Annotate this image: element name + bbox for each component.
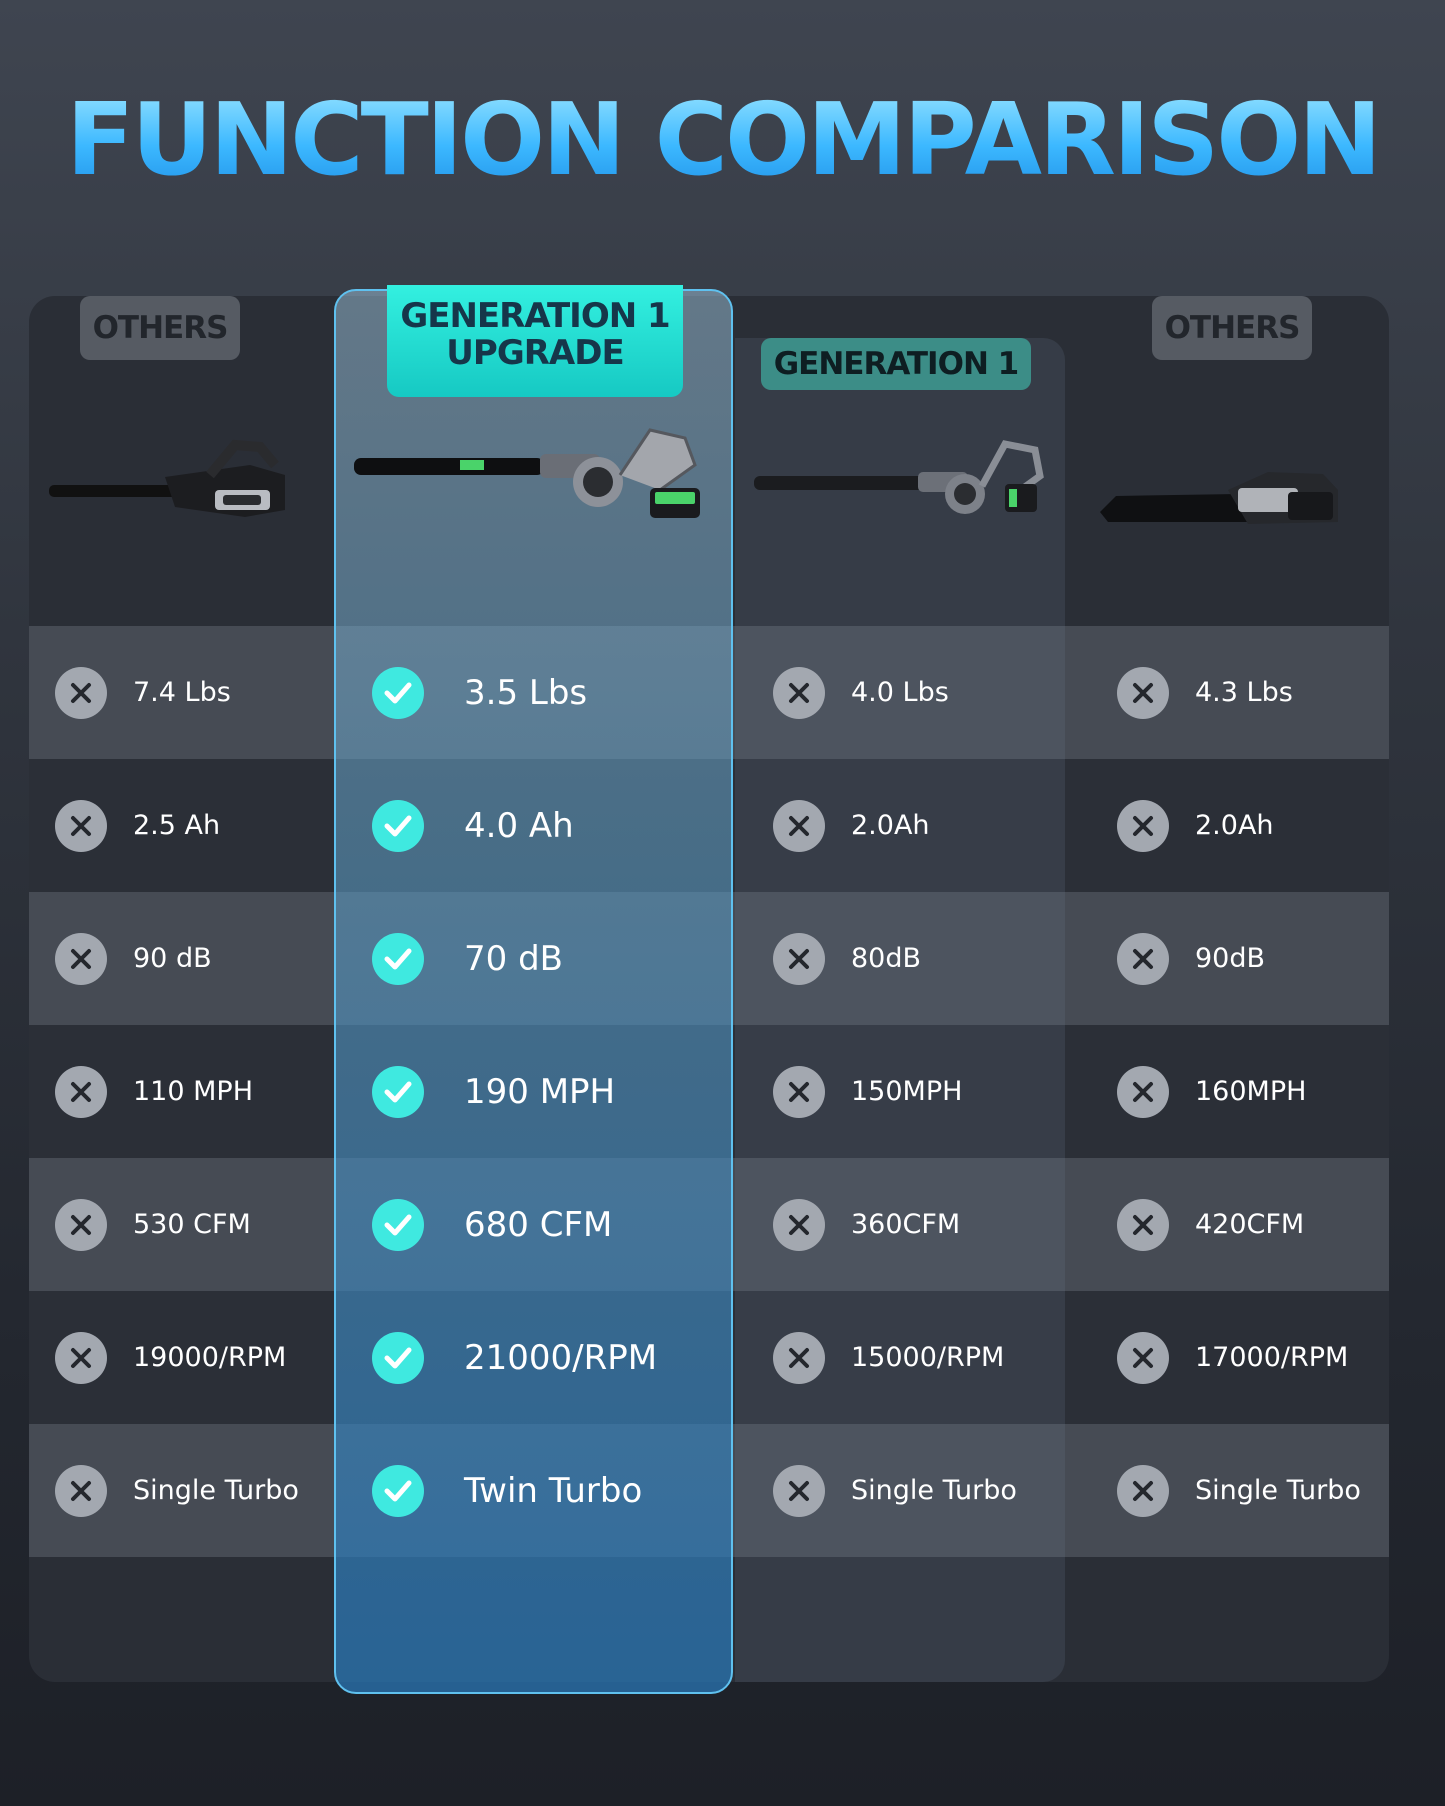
x-circle-icon — [55, 1198, 107, 1251]
x-circle-icon — [773, 1065, 825, 1118]
cell-value: 150MPH — [851, 1076, 963, 1107]
cell-value: 17000/RPM — [1195, 1342, 1349, 1373]
cell-value: 2.0Ah — [851, 810, 930, 841]
cell-value: 19000/RPM — [133, 1342, 287, 1373]
cell-value: Single Turbo — [1195, 1475, 1361, 1506]
comparison-cell-upgrade: 70 dB — [372, 892, 563, 1025]
check-circle-icon — [372, 1065, 424, 1118]
x-circle-icon — [55, 932, 107, 985]
cell-value: 360CFM — [851, 1209, 961, 1240]
x-circle-icon — [1117, 1065, 1169, 1118]
cell-value: 680 CFM — [464, 1204, 613, 1245]
x-circle-icon — [55, 1464, 107, 1517]
x-circle-icon — [1117, 666, 1169, 719]
comparison-cell-gen1: Single Turbo — [773, 1424, 1017, 1557]
comparison-cell-gen1: 4.0 Lbs — [773, 626, 949, 759]
x-circle-icon — [55, 666, 107, 719]
cell-value: 2.5 Ah — [133, 810, 221, 841]
cell-value: 7.4 Lbs — [133, 677, 231, 708]
check-circle-icon — [372, 1331, 424, 1384]
x-circle-icon — [1117, 1331, 1169, 1384]
comparison-cell-upgrade: 190 MPH — [372, 1025, 615, 1158]
leaf-blower-image — [49, 439, 285, 517]
leaf-blower-image — [754, 440, 1044, 514]
comparison-cell-others-right: 17000/RPM — [1117, 1291, 1348, 1424]
x-circle-icon — [55, 799, 107, 852]
comparison-cell-others-left: 7.4 Lbs — [55, 626, 231, 759]
x-circle-icon — [1117, 1198, 1169, 1251]
check-circle-icon — [372, 1464, 424, 1517]
x-circle-icon — [773, 1464, 825, 1517]
cell-value: 4.0 Lbs — [851, 677, 949, 708]
comparison-cell-gen1: 15000/RPM — [773, 1291, 1004, 1424]
comparison-cell-others-right: 160MPH — [1117, 1025, 1306, 1158]
check-circle-icon — [372, 932, 424, 985]
cell-value: 530 CFM — [133, 1209, 251, 1240]
comparison-cell-others-right: 2.0Ah — [1117, 759, 1274, 892]
x-circle-icon — [1117, 799, 1169, 852]
badge-label: GENERATION 1 — [773, 346, 1020, 382]
cell-value: 2.0Ah — [1195, 810, 1274, 841]
x-circle-icon — [773, 1198, 825, 1251]
comparison-cell-others-right: Single Turbo — [1117, 1424, 1361, 1557]
cell-value: 4.0 Ah — [464, 805, 574, 846]
comparison-cell-others-left: Single Turbo — [55, 1424, 299, 1557]
x-circle-icon — [773, 666, 825, 719]
cell-value: 190 MPH — [464, 1071, 616, 1112]
cell-value: 21000/RPM — [464, 1337, 658, 1378]
cell-value: 160MPH — [1195, 1076, 1307, 1107]
x-circle-icon — [55, 1331, 107, 1384]
comparison-cell-others-right: 420CFM — [1117, 1158, 1304, 1291]
comparison-cell-upgrade: 21000/RPM — [372, 1291, 657, 1424]
comparison-cell-others-left: 19000/RPM — [55, 1291, 286, 1424]
x-circle-icon — [1117, 932, 1169, 985]
x-circle-icon — [773, 1331, 825, 1384]
cell-value: 110 MPH — [133, 1076, 253, 1107]
x-circle-icon — [1117, 1464, 1169, 1517]
comparison-cell-others-left: 90 dB — [55, 892, 212, 1025]
comparison-cell-gen1: 360CFM — [773, 1158, 960, 1291]
leaf-blower-image — [354, 428, 700, 518]
cell-value: 70 dB — [464, 938, 563, 979]
comparison-cell-gen1: 150MPH — [773, 1025, 962, 1158]
comparison-cell-upgrade: 4.0 Ah — [372, 759, 574, 892]
comparison-cell-others-right: 90dB — [1117, 892, 1265, 1025]
comparison-cell-gen1: 2.0Ah — [773, 759, 930, 892]
cell-value: Single Turbo — [851, 1475, 1017, 1506]
comparison-cell-others-right: 4.3 Lbs — [1117, 626, 1293, 759]
upgrade-badge: GENERATION 1 UPGRADE — [387, 285, 683, 397]
cell-value: 4.3 Lbs — [1195, 677, 1293, 708]
x-circle-icon — [773, 799, 825, 852]
badge-label-line2: UPGRADE — [446, 333, 624, 373]
check-circle-icon — [372, 666, 424, 719]
comparison-cell-others-left: 110 MPH — [55, 1025, 253, 1158]
comparison-cell-others-left: 530 CFM — [55, 1158, 251, 1291]
generation-1-badge: GENERATION 1 — [761, 338, 1031, 390]
cell-value: Twin Turbo — [464, 1470, 643, 1511]
badge-label: OTHERS — [1164, 310, 1301, 346]
cell-value: 90dB — [1195, 943, 1266, 974]
others-right-badge: OTHERS — [1152, 296, 1312, 360]
cell-value: 3.5 Lbs — [464, 672, 588, 713]
badge-label-line1: GENERATION 1 — [400, 296, 670, 336]
x-circle-icon — [773, 932, 825, 985]
comparison-cell-others-left: 2.5 Ah — [55, 759, 220, 892]
leaf-blower-image — [1100, 472, 1338, 524]
cell-value: 420CFM — [1195, 1209, 1305, 1240]
cell-value: Single Turbo — [133, 1475, 299, 1506]
badge-label: OTHERS — [92, 310, 229, 346]
cell-value: 15000/RPM — [851, 1342, 1005, 1373]
comparison-cell-upgrade: 3.5 Lbs — [372, 626, 587, 759]
comparison-cell-gen1: 80dB — [773, 892, 921, 1025]
others-left-badge: OTHERS — [80, 296, 240, 360]
cell-value: 80dB — [851, 943, 922, 974]
check-circle-icon — [372, 1198, 424, 1251]
cell-value: 90 dB — [133, 943, 212, 974]
check-circle-icon — [372, 799, 424, 852]
page-title: FUNCTION COMPARISON — [0, 80, 1445, 200]
comparison-cell-upgrade: Twin Turbo — [372, 1424, 642, 1557]
comparison-cell-upgrade: 680 CFM — [372, 1158, 612, 1291]
x-circle-icon — [55, 1065, 107, 1118]
